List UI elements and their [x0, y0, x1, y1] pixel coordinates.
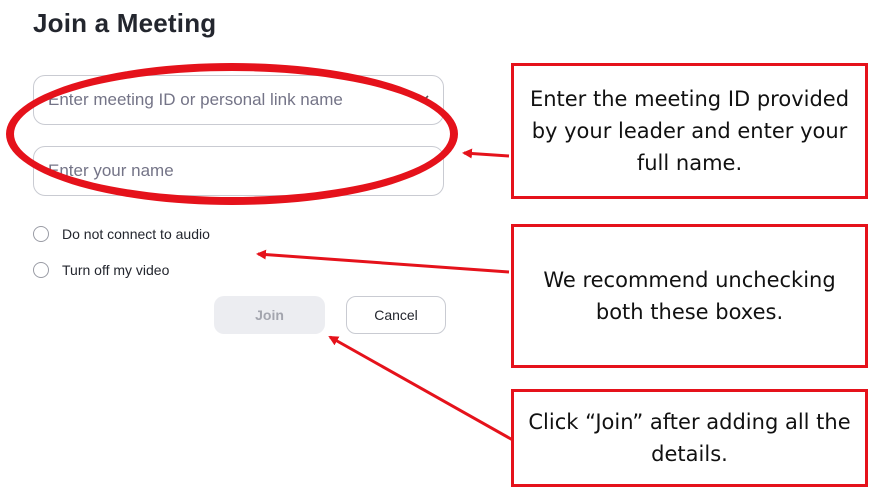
- callout-checkboxes: We recommend unchecking both these boxes…: [511, 224, 868, 368]
- callout-join: Click “Join” after adding all the detail…: [511, 389, 868, 487]
- callout-fields: Enter the meeting ID provided by your le…: [511, 63, 868, 199]
- arrow-to-fields: [462, 148, 510, 159]
- arrow-to-join: [328, 335, 528, 450]
- arrow-to-checkboxes: [256, 249, 510, 274]
